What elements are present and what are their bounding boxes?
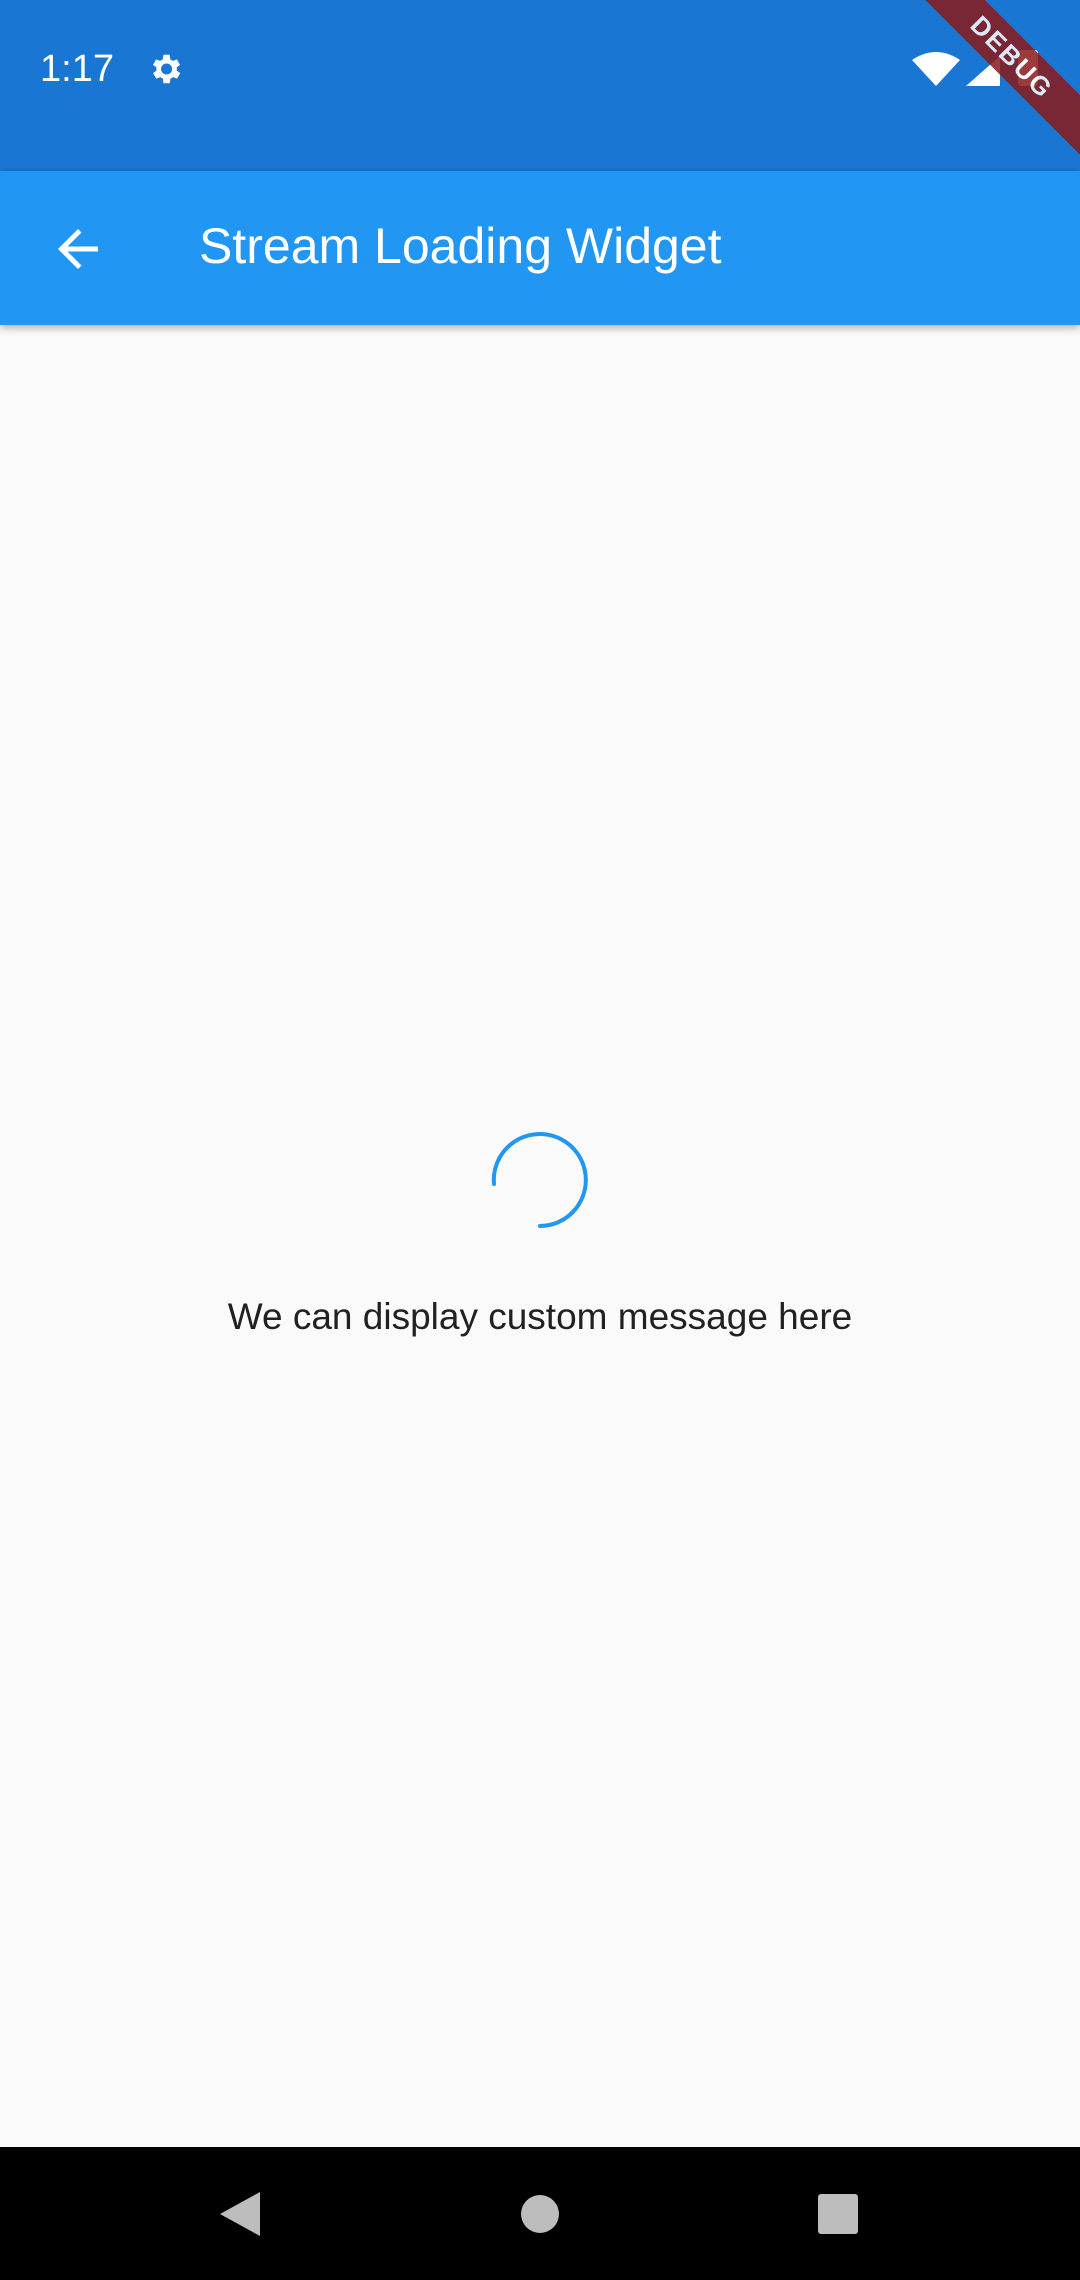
- nav-home-button[interactable]: [480, 2147, 600, 2280]
- nav-home-circle-icon: [521, 2194, 559, 2233]
- status-time: 1:17: [40, 48, 114, 90]
- system-navigation-bar: [0, 2147, 1080, 2280]
- app-bar: Stream Loading Widget: [0, 171, 1080, 325]
- page-title: Stream Loading Widget: [199, 218, 722, 274]
- back-arrow-icon[interactable]: [48, 219, 108, 279]
- nav-back-button[interactable]: [180, 2147, 300, 2280]
- status-bar: 1:17 DEBUG: [0, 0, 1080, 171]
- loading-message: We can display custom message here: [227, 1296, 853, 1337]
- nav-recents-button[interactable]: [778, 2147, 898, 2280]
- loading-spinner: [491, 1132, 588, 1228]
- nav-recents-square-icon: [818, 2193, 858, 2234]
- settings-gear-icon: [152, 54, 181, 84]
- nav-back-triangle-icon: [220, 2191, 260, 2236]
- wifi-icon: [912, 52, 960, 86]
